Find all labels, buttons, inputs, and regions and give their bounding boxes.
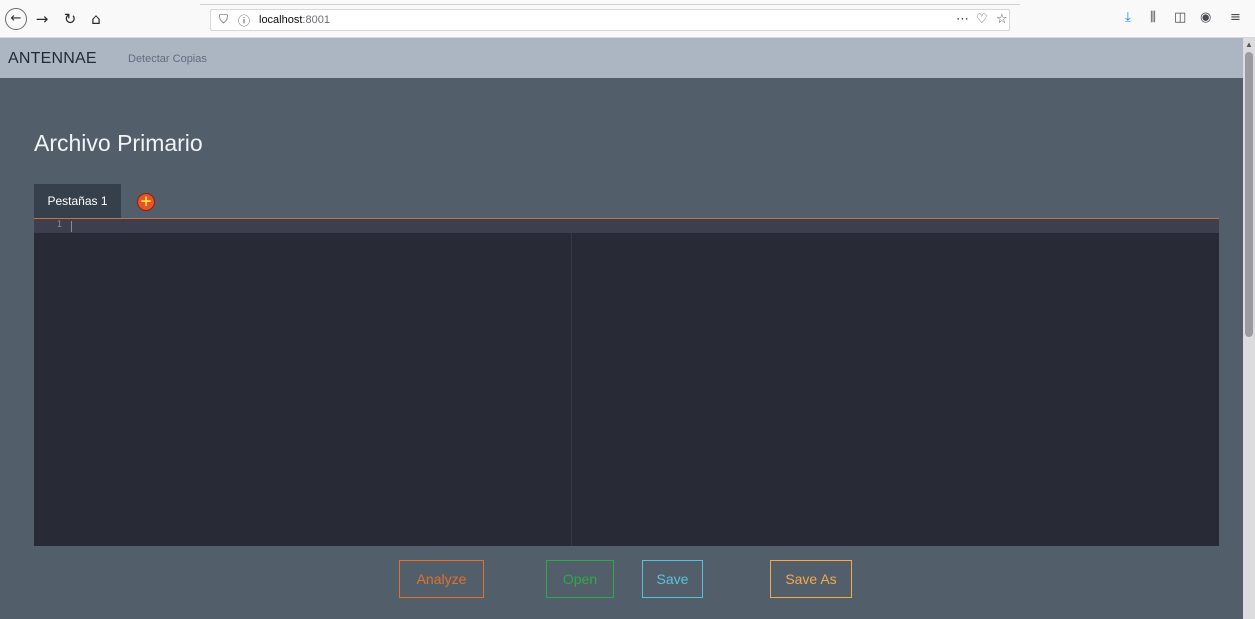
forward-arrow-icon[interactable]: → <box>32 9 52 29</box>
reload-icon[interactable]: ↻ <box>60 9 80 29</box>
hamburger-menu-icon[interactable]: ≡ <box>1230 10 1241 25</box>
brand-logo[interactable]: ANTENNAE <box>8 50 97 68</box>
home-icon[interactable]: ⌂ <box>86 9 106 29</box>
shield-icon[interactable]: ⛉ <box>219 12 228 27</box>
page-title: Archivo Primario <box>34 130 203 156</box>
url-host: localhost <box>259 14 303 26</box>
ellipsis-icon[interactable]: ⋯ <box>956 12 969 27</box>
pocket-icon[interactable]: ♡ <box>976 12 988 27</box>
tab-strip-line <box>200 4 1020 5</box>
info-icon[interactable]: ⓘ <box>238 12 250 29</box>
page-scrollbar[interactable]: ▲ <box>1243 38 1255 619</box>
browser-toolbar: ← → ↻ ⌂ ⛉ ⓘ localhost:8001 ⋯ ♡ ☆ ⤓ ⫼ ◫ ◉… <box>0 0 1255 38</box>
line-number: 1 <box>56 220 62 230</box>
tab-pestanas-1[interactable]: Pestañas 1 <box>34 184 121 218</box>
url-port: :8001 <box>302 14 330 26</box>
account-icon[interactable]: ◉ <box>1200 10 1211 25</box>
save-button[interactable]: Save <box>642 560 703 598</box>
url-bar[interactable]: ⛉ ⓘ localhost:8001 ⋯ ♡ ☆ <box>210 9 1010 31</box>
print-margin-line <box>571 233 572 546</box>
back-arrow-icon[interactable]: ← <box>5 8 27 30</box>
app-navbar: ANTENNAE Detectar Copias <box>0 38 1243 78</box>
add-tab-plus-icon[interactable]: + <box>137 193 155 211</box>
active-line-highlight <box>34 219 1219 233</box>
scroll-thumb[interactable] <box>1245 52 1253 337</box>
save-as-button[interactable]: Save As <box>770 560 852 598</box>
open-button[interactable]: Open <box>546 560 614 598</box>
code-editor[interactable]: 1 <box>34 219 1219 546</box>
scroll-up-arrow-icon[interactable]: ▲ <box>1243 38 1255 52</box>
sidebar-icon[interactable]: ◫ <box>1174 10 1186 25</box>
download-icon[interactable]: ⤓ <box>1125 10 1131 25</box>
star-icon[interactable]: ☆ <box>996 12 1008 27</box>
text-cursor <box>71 221 72 232</box>
nav-link-detectar-copias[interactable]: Detectar Copias <box>128 53 207 65</box>
analyze-button[interactable]: Analyze <box>399 560 484 598</box>
url-text[interactable]: localhost:8001 <box>259 14 330 26</box>
library-icon[interactable]: ⫼ <box>1150 10 1156 25</box>
